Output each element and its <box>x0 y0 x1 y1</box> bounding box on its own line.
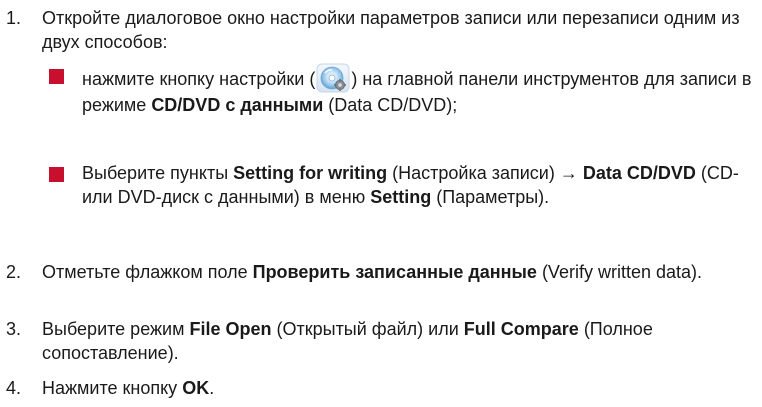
cd-settings-icon[interactable] <box>316 63 350 93</box>
step-text: Нажмите кнопку OK. <box>42 378 215 398</box>
step-1: 1. Откройте диалоговое окно настройки па… <box>0 6 762 56</box>
bullet-square-icon <box>49 69 64 84</box>
step-number: 3. <box>6 319 22 339</box>
step-3: 3. Выберите режим File Open (Открытый фа… <box>0 317 762 367</box>
step-text: Откройте диалоговое окно настройки парам… <box>42 8 740 52</box>
step-number: 2. <box>6 262 22 282</box>
step-2: 2. Отметьте флажком поле Проверить запис… <box>0 260 762 310</box>
step-4: 4. Нажмите кнопку OK. <box>0 376 762 402</box>
bullet-square-icon <box>49 167 64 182</box>
step-number: 4. <box>6 378 22 398</box>
step-text: Выберите режим File Open (Открытый файл)… <box>42 319 653 363</box>
list-item: Выберите пункты Setting for writing (Нас… <box>42 161 762 251</box>
step-text: Отметьте флажком поле Проверить записанн… <box>42 262 702 282</box>
list-item: нажмите кнопку настройки () на главной … <box>42 63 762 153</box>
bullet-text: Выберите пункты Setting for writing (Нас… <box>82 163 739 207</box>
step-number: 1. <box>6 8 22 28</box>
bullet-text: нажмите кнопку настройки () на главной … <box>82 63 756 117</box>
